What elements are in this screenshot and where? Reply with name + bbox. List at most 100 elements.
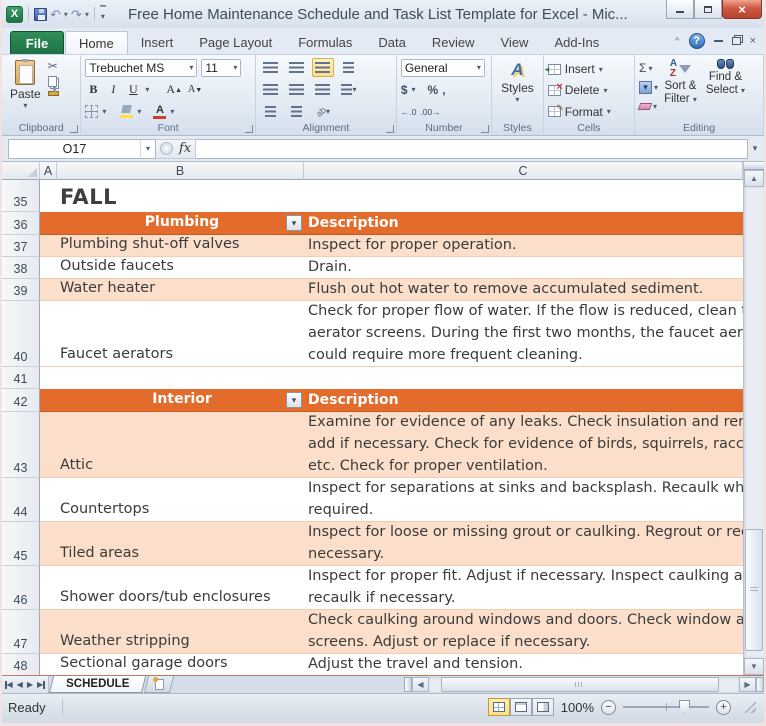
- cell-B44[interactable]: Countertops: [57, 478, 304, 522]
- horizontal-scroll-thumb[interactable]: [441, 677, 719, 692]
- format-painter-icon[interactable]: [48, 91, 59, 96]
- cell-B46[interactable]: Shower doors/tub enclosures: [57, 566, 304, 610]
- insert-worksheet-tab[interactable]: [144, 676, 174, 693]
- currency-icon[interactable]: $: [401, 83, 408, 97]
- cell-C46[interactable]: Inspect for proper fit. Adjust if necess…: [304, 566, 743, 610]
- filter-dropdown-button[interactable]: ▾: [286, 392, 302, 408]
- row-header-48[interactable]: 48: [2, 654, 40, 675]
- cell-C39[interactable]: Flush out hot water to remove accumulate…: [304, 279, 743, 301]
- cell-A44[interactable]: [40, 478, 57, 522]
- undo-dropdown-icon[interactable]: ▾: [64, 10, 68, 19]
- cell-B43[interactable]: Attic: [57, 412, 304, 478]
- italic-button[interactable]: I: [105, 81, 121, 98]
- tab-review[interactable]: Review: [419, 31, 488, 54]
- vertical-scroll-thumb[interactable]: [745, 529, 763, 651]
- clipboard-dialog-launcher-icon[interactable]: [70, 125, 78, 133]
- font-dialog-launcher-icon[interactable]: [245, 125, 253, 133]
- cell-C44[interactable]: Inspect for separations at sinks and bac…: [304, 478, 743, 522]
- cell-A45[interactable]: [40, 522, 57, 566]
- row-header-47[interactable]: 47: [2, 610, 40, 654]
- underline-dropdown-icon[interactable]: ▾: [145, 85, 149, 94]
- cell-B41[interactable]: [57, 367, 304, 389]
- borders-icon[interactable]: [85, 105, 98, 118]
- cell-C43[interactable]: Examine for evidence of any leaks. Check…: [304, 412, 743, 478]
- format-cells-button[interactable]: Format▾: [548, 103, 630, 121]
- workbook-restore-icon[interactable]: [732, 37, 741, 45]
- autosum-button[interactable]: Σ▾: [639, 60, 658, 76]
- cell-C47[interactable]: Check caulking around windows and doors.…: [304, 610, 743, 654]
- merge-center-icon[interactable]: ▾: [338, 80, 360, 99]
- page-break-view-button[interactable]: [532, 698, 554, 716]
- cell-C48[interactable]: Adjust the travel and tension.: [304, 654, 743, 675]
- tab-split-handle[interactable]: [404, 677, 412, 692]
- row-header-46[interactable]: 46: [2, 566, 40, 610]
- scroll-left-icon[interactable]: ◀: [412, 677, 429, 692]
- align-right-icon[interactable]: [312, 80, 334, 99]
- cell-A41[interactable]: [40, 367, 57, 389]
- vertical-scroll-track[interactable]: [744, 187, 764, 658]
- delete-cells-button[interactable]: Delete▾: [548, 81, 630, 99]
- tab-add-ins[interactable]: Add-Ins: [541, 31, 612, 54]
- scroll-right-icon[interactable]: ▶: [739, 677, 756, 692]
- borders-dropdown-icon[interactable]: ▾: [102, 107, 106, 116]
- cell-C40[interactable]: Check for proper flow of water. If the f…: [304, 301, 743, 367]
- row-header-37[interactable]: 37: [2, 235, 40, 257]
- font-color-dropdown-icon[interactable]: ▾: [170, 107, 174, 116]
- insert-cells-button[interactable]: Insert▾: [548, 60, 630, 78]
- row-header-42[interactable]: 42: [2, 389, 40, 412]
- font-color-icon[interactable]: A: [153, 105, 166, 119]
- cell-B38[interactable]: Outside faucets: [57, 257, 304, 279]
- zoom-out-icon[interactable]: −: [601, 700, 616, 715]
- page-layout-view-button[interactable]: [510, 698, 532, 716]
- redo-icon[interactable]: ↷: [71, 8, 82, 21]
- name-box-dropdown-icon[interactable]: ▾: [140, 140, 155, 158]
- cell-A40[interactable]: [40, 301, 57, 367]
- cell-A47[interactable]: [40, 610, 57, 654]
- cell-B37[interactable]: Plumbing shut-off valves: [57, 235, 304, 257]
- row-header-41[interactable]: 41: [2, 367, 40, 389]
- number-format-select[interactable]: General▾: [401, 59, 485, 77]
- filter-dropdown-button[interactable]: ▾: [286, 215, 302, 231]
- cell-A38[interactable]: [40, 257, 57, 279]
- row-header-45[interactable]: 45: [2, 522, 40, 566]
- next-sheet-icon[interactable]: ▶: [27, 680, 33, 689]
- name-box[interactable]: O17 ▾: [8, 139, 156, 159]
- tab-file[interactable]: File: [10, 31, 64, 54]
- grow-font-button[interactable]: A▲: [165, 81, 183, 98]
- align-center-icon[interactable]: [286, 80, 308, 99]
- row-header-36[interactable]: 36: [2, 212, 40, 235]
- column-header-b[interactable]: B: [57, 162, 304, 180]
- comma-icon[interactable]: ,: [442, 83, 445, 97]
- cell-C41[interactable]: [304, 367, 743, 389]
- scroll-up-icon[interactable]: ▲: [744, 170, 764, 187]
- cell-B48[interactable]: Sectional garage doors: [57, 654, 304, 675]
- row-header-35[interactable]: 35: [2, 180, 40, 212]
- zoom-level[interactable]: 100%: [561, 700, 594, 715]
- help-icon[interactable]: ?: [689, 33, 705, 49]
- close-button[interactable]: ×: [722, 0, 762, 19]
- cell-B47[interactable]: Weather stripping: [57, 610, 304, 654]
- cell-A42[interactable]: [40, 389, 57, 412]
- alignment-dialog-launcher-icon[interactable]: [386, 125, 394, 133]
- cell-C35[interactable]: [304, 180, 743, 212]
- find-select-button[interactable]: Find & Select ▾: [703, 58, 748, 121]
- paste-button[interactable]: Paste ▾: [6, 58, 45, 121]
- fill-color-dropdown-icon[interactable]: ▾: [137, 107, 141, 116]
- fill-button[interactable]: ▾▾: [639, 79, 658, 95]
- first-sheet-icon[interactable]: ◀: [5, 680, 13, 689]
- increase-indent-icon[interactable]: [286, 102, 308, 121]
- font-size-select[interactable]: 11▾: [201, 59, 241, 77]
- sort-filter-button[interactable]: AZ Sort & Filter ▾: [661, 58, 700, 121]
- horizontal-scrollbar[interactable]: ◀ ▶: [172, 676, 764, 693]
- excel-app-icon[interactable]: X: [6, 6, 23, 23]
- zoom-slider[interactable]: [623, 700, 709, 714]
- workbook-minimize-icon[interactable]: [714, 40, 723, 42]
- align-middle-icon[interactable]: [286, 58, 308, 77]
- horizontal-scroll-track[interactable]: [429, 677, 739, 692]
- zoom-in-icon[interactable]: +: [716, 700, 731, 715]
- cell-A39[interactable]: [40, 279, 57, 301]
- tab-view[interactable]: View: [488, 31, 542, 54]
- copy-icon[interactable]: [48, 76, 57, 87]
- cell-B40[interactable]: Faucet aerators: [57, 301, 304, 367]
- cell-C45[interactable]: Inspect for loose or missing grout or ca…: [304, 522, 743, 566]
